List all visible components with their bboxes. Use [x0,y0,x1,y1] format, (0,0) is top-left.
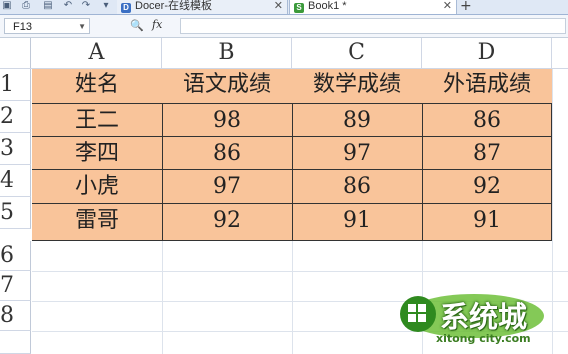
score-cell[interactable]: 97 [292,138,422,170]
close-icon[interactable]: ✕ [274,0,283,13]
name-cell[interactable]: 雷哥 [32,205,162,237]
search-icon[interactable]: 🔍 [130,19,144,32]
header-cell-name[interactable]: 姓名 [32,69,162,101]
table-border [422,103,423,241]
score-cell[interactable]: 98 [162,105,292,137]
watermark-url: xitong city.com [436,332,531,345]
score-cell[interactable]: 89 [292,105,422,137]
watermark-text: 系统城 [440,300,528,334]
redo-icon[interactable]: ↷ [80,0,92,12]
chevron-down-icon[interactable]: ▼ [78,19,86,35]
preview-icon[interactable]: ▤ [42,0,54,12]
tab-bar: ▣ ⎙ ▤ ↶ ↷ ▾ D Docer-在线模板 ✕ S Book1 * ✕ + [0,0,568,15]
score-cell[interactable]: 91 [422,205,552,237]
name-cell[interactable]: 王二 [32,105,162,137]
customize-dropdown-icon[interactable]: ▾ [101,0,111,12]
score-cell[interactable]: 97 [162,171,292,203]
row-header-7[interactable]: 7 [0,271,31,301]
close-icon[interactable]: ✕ [443,0,452,13]
formula-bar: F13 ▼ 🔍 fx [0,15,568,38]
tab-book1[interactable]: S Book1 * ✕ [289,0,457,14]
tab-book1-label: Book1 * [308,0,347,12]
row-header-3[interactable]: 3 [0,133,31,165]
score-cell[interactable]: 86 [422,105,552,137]
row-header-9[interactable] [0,331,31,354]
table-border [551,103,552,241]
sheet-icon: S [294,3,304,13]
name-cell[interactable]: 小虎 [32,171,162,203]
tab-docer-label: Docer-在线模板 [135,0,213,12]
column-header-a[interactable]: A [32,38,162,68]
undo-icon[interactable]: ↶ [62,0,74,12]
name-box-value: F13 [13,21,32,33]
watermark-logo: 系统城 xitong city.com [396,286,552,348]
new-tab-icon[interactable]: + [460,0,472,13]
score-cell[interactable]: 86 [162,138,292,170]
tab-docer[interactable]: D Docer-在线模板 ✕ [117,0,288,14]
print-icon[interactable]: ⎙ [20,0,32,12]
column-header-d[interactable]: D [422,38,552,68]
score-cell[interactable]: 87 [422,138,552,170]
data-table: 姓名 语文成绩 数学成绩 外语成绩 王二 98 89 86 李四 86 97 8… [32,69,552,241]
fx-icon[interactable]: fx [152,18,162,31]
column-headers: A B C D [0,38,568,69]
table-border [162,103,163,241]
docer-icon: D [121,3,131,13]
score-cell[interactable]: 86 [292,171,422,203]
row-header-2[interactable]: 2 [0,101,31,133]
row-header-1[interactable]: 1 [0,69,31,101]
score-cell[interactable]: 92 [162,205,292,237]
formula-input[interactable] [180,18,566,34]
table-border [292,103,293,241]
column-header-e[interactable] [552,38,568,68]
file-icon[interactable]: ▣ [2,0,12,12]
score-cell[interactable]: 91 [292,205,422,237]
row-header-5[interactable]: 5 [0,197,31,229]
row-header-8[interactable]: 8 [0,301,31,331]
column-header-b[interactable]: B [162,38,292,68]
header-cell-chinese[interactable]: 语文成绩 [162,69,292,101]
row-header-4[interactable]: 4 [0,165,31,197]
name-box[interactable]: F13 ▼ [4,18,90,34]
header-cell-math[interactable]: 数学成绩 [292,69,422,101]
header-cell-english[interactable]: 外语成绩 [422,69,552,101]
select-all-corner[interactable] [0,38,31,68]
column-header-c[interactable]: C [292,38,422,68]
row-header-6[interactable]: 6 [0,241,31,271]
name-cell[interactable]: 李四 [32,138,162,170]
score-cell[interactable]: 92 [422,171,552,203]
